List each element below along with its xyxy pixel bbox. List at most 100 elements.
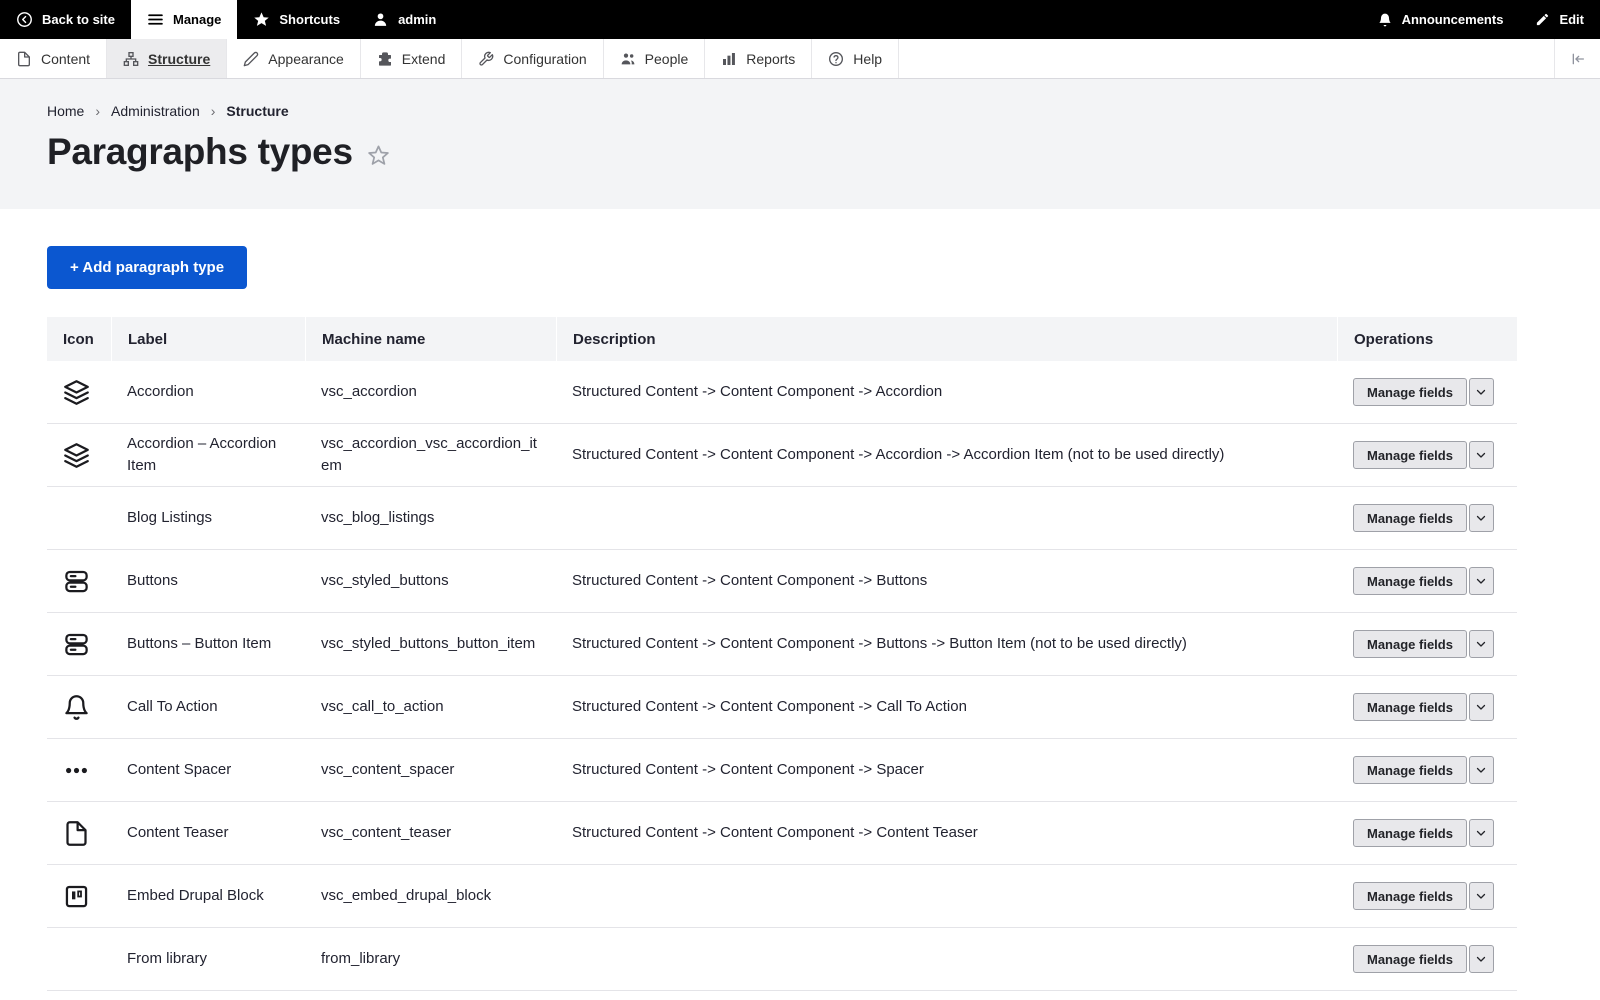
manage-fields-button[interactable]: Manage fields	[1353, 882, 1467, 910]
table-row: Accordion – Accordion Item vsc_accordion…	[47, 424, 1517, 487]
row-description: Structured Content -> Content Component …	[556, 570, 1337, 592]
tab-reports[interactable]: Reports	[705, 39, 812, 78]
appearance-icon	[243, 51, 259, 67]
operations-dropdown-toggle[interactable]	[1469, 756, 1494, 784]
manage-fields-button[interactable]: Manage fields	[1353, 756, 1467, 784]
column-header-label: Label	[111, 317, 305, 361]
tab-extend-label: Extend	[402, 51, 446, 67]
operations-dropdown-toggle[interactable]	[1469, 819, 1494, 847]
manage-fields-button[interactable]: Manage fields	[1353, 441, 1467, 469]
add-paragraph-type-button[interactable]: + Add paragraph type	[47, 246, 247, 289]
row-operations: Manage fields	[1337, 756, 1517, 784]
back-arrow-icon	[16, 11, 33, 28]
breadcrumb-administration[interactable]: Administration	[111, 103, 200, 119]
toolbar-left-group: Back to site Manage Shortcuts admin	[0, 0, 452, 39]
edit-button[interactable]: Edit	[1519, 0, 1600, 39]
table-row: Call To Action vsc_call_to_action Struct…	[47, 676, 1517, 739]
manage-tab-label: Manage	[173, 12, 221, 27]
back-to-site-button[interactable]: Back to site	[0, 0, 131, 39]
admin-toolbar: Back to site Manage Shortcuts admin Anno…	[0, 0, 1600, 39]
row-operations: Manage fields	[1337, 441, 1517, 469]
toolbar-collapse-button[interactable]	[1554, 39, 1600, 78]
page-title: Paragraphs types	[47, 131, 353, 173]
operations-dropdown-toggle[interactable]	[1469, 441, 1494, 469]
document-icon	[63, 820, 90, 847]
bell-icon	[63, 694, 90, 721]
manage-fields-button[interactable]: Manage fields	[1353, 693, 1467, 721]
row-machine-name: from_library	[305, 948, 556, 970]
row-operations: Manage fields	[1337, 630, 1517, 658]
tab-content-label: Content	[41, 51, 90, 67]
operations-dropdown-toggle[interactable]	[1469, 378, 1494, 406]
operations-dropdown-toggle[interactable]	[1469, 882, 1494, 910]
row-machine-name: vsc_accordion_vsc_accordion_item	[305, 433, 556, 477]
row-icon-cell	[47, 442, 111, 469]
row-machine-name: vsc_content_teaser	[305, 822, 556, 844]
tab-content[interactable]: Content	[0, 39, 107, 78]
block-icon	[63, 883, 90, 910]
manage-fields-button[interactable]: Manage fields	[1353, 630, 1467, 658]
manage-tab[interactable]: Manage	[131, 0, 237, 39]
user-menu[interactable]: admin	[356, 0, 452, 39]
row-operations: Manage fields	[1337, 819, 1517, 847]
row-label: Buttons	[111, 570, 305, 592]
manage-fields-button[interactable]: Manage fields	[1353, 504, 1467, 532]
chevron-down-icon	[1475, 449, 1487, 461]
table-header-row: Icon Label Machine name Description Oper…	[47, 317, 1517, 361]
row-icon-cell	[47, 631, 111, 658]
breadcrumb-separator: ›	[95, 103, 100, 119]
row-machine-name: vsc_content_spacer	[305, 759, 556, 781]
breadcrumb-home[interactable]: Home	[47, 103, 84, 119]
tab-structure[interactable]: Structure	[107, 39, 227, 78]
manage-fields-button[interactable]: Manage fields	[1353, 819, 1467, 847]
people-icon	[620, 51, 636, 67]
tab-configuration[interactable]: Configuration	[462, 39, 603, 78]
star-outline-icon[interactable]	[367, 144, 390, 167]
chevron-down-icon	[1475, 386, 1487, 398]
row-label: Content Spacer	[111, 759, 305, 781]
tray-spacer	[899, 39, 1554, 78]
row-description: Structured Content -> Content Component …	[556, 759, 1337, 781]
table-row: Content Teaser vsc_content_teaser Struct…	[47, 802, 1517, 865]
column-header-icon: Icon	[47, 317, 111, 361]
tab-appearance[interactable]: Appearance	[227, 39, 361, 78]
row-description: Structured Content -> Content Component …	[556, 444, 1337, 466]
row-icon-cell	[47, 568, 111, 595]
chevron-down-icon	[1475, 953, 1487, 965]
manage-fields-button[interactable]: Manage fields	[1353, 567, 1467, 595]
manage-fields-button[interactable]: Manage fields	[1353, 945, 1467, 973]
chevron-down-icon	[1475, 701, 1487, 713]
collapse-arrow-icon	[1570, 51, 1586, 67]
row-description: Structured Content -> Content Component …	[556, 381, 1337, 403]
row-icon-cell	[47, 379, 111, 406]
table-row: From library from_library Manage fields	[47, 928, 1517, 991]
row-icon-cell	[47, 694, 111, 721]
shortcuts-tab[interactable]: Shortcuts	[237, 0, 356, 39]
tab-appearance-label: Appearance	[268, 51, 344, 67]
admin-menu-tray: Content Structure Appearance Extend Conf…	[0, 39, 1600, 79]
paragraph-types-table: Icon Label Machine name Description Oper…	[47, 317, 1517, 991]
pencil-icon	[1535, 12, 1550, 27]
tab-help[interactable]: Help	[812, 39, 899, 78]
table-row: Embed Drupal Block vsc_embed_drupal_bloc…	[47, 865, 1517, 928]
row-description: Structured Content -> Content Component …	[556, 822, 1337, 844]
chevron-down-icon	[1475, 890, 1487, 902]
table-row: Content Spacer vsc_content_spacer Struct…	[47, 739, 1517, 802]
operations-dropdown-toggle[interactable]	[1469, 693, 1494, 721]
operations-dropdown-toggle[interactable]	[1469, 630, 1494, 658]
announcements-button[interactable]: Announcements	[1361, 0, 1520, 39]
tab-extend[interactable]: Extend	[361, 39, 463, 78]
column-header-description: Description	[556, 317, 1337, 361]
operations-dropdown-toggle[interactable]	[1469, 945, 1494, 973]
chevron-down-icon	[1475, 764, 1487, 776]
title-row: Paragraphs types	[47, 131, 1553, 173]
operations-dropdown-toggle[interactable]	[1469, 504, 1494, 532]
row-description: Structured Content -> Content Component …	[556, 696, 1337, 718]
row-label: Blog Listings	[111, 507, 305, 529]
bell-icon	[1377, 12, 1393, 28]
manage-fields-button[interactable]: Manage fields	[1353, 378, 1467, 406]
edit-button-label: Edit	[1559, 12, 1584, 27]
operations-dropdown-toggle[interactable]	[1469, 567, 1494, 595]
tab-people[interactable]: People	[604, 39, 706, 78]
person-icon	[372, 11, 389, 28]
